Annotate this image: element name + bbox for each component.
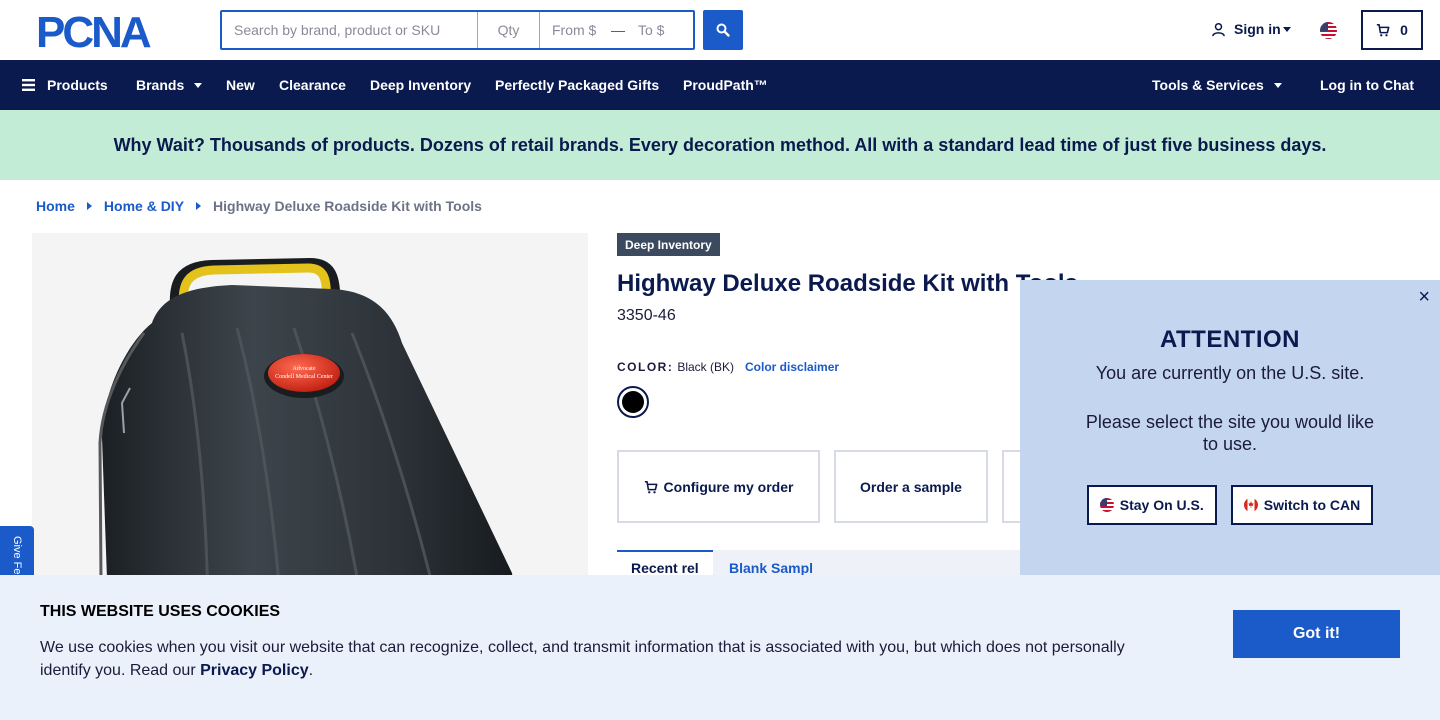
site-header: PCNA — Sign in [0, 0, 1440, 60]
color-label: COLOR: [617, 360, 674, 374]
chevron-down-icon [1282, 26, 1291, 32]
cookie-banner: THIS WEBSITE USES COOKIES We use cookies… [0, 575, 1440, 720]
switch-can-label: Switch to CAN [1263, 497, 1361, 513]
nav-brands[interactable]: Brands [136, 60, 203, 110]
sign-in-label: Sign in [1234, 21, 1281, 37]
attention-select-prompt: Please select the site you would like to… [1085, 412, 1375, 454]
breadcrumb-home[interactable]: Home [36, 198, 75, 214]
us-flag-icon [1099, 498, 1114, 512]
nav-gifts[interactable]: Perfectly Packaged Gifts [495, 60, 659, 110]
user-icon [1212, 22, 1225, 36]
chevron-down-icon [194, 82, 203, 88]
order-sample-button[interactable]: Order a sample [834, 450, 988, 523]
switch-can-button[interactable]: Switch to CAN [1230, 485, 1374, 525]
promo-banner: Why Wait? Thousands of products. Dozens … [0, 110, 1440, 180]
us-flag-icon[interactable] [1320, 22, 1337, 39]
breadcrumb-current: Highway Deluxe Roadside Kit with Tools [213, 198, 482, 214]
attention-current-site: You are currently on the U.S. site. [1095, 363, 1365, 383]
patch-logo-text: Condell Medical Center [275, 374, 333, 380]
attention-title: ATTENTION [1159, 326, 1301, 353]
nav-new-label: New [226, 77, 255, 93]
nav-deep-inventory[interactable]: Deep Inventory [370, 60, 471, 110]
nav-deep-inventory-label: Deep Inventory [370, 77, 472, 93]
breadcrumb-category[interactable]: Home & DIY [104, 198, 184, 214]
stay-us-button[interactable]: Stay On U.S. [1086, 485, 1217, 525]
nav-proudpath[interactable]: ProudPath™ [683, 60, 768, 110]
cookie-text-period: . [308, 662, 314, 679]
breadcrumb-separator-icon [86, 202, 92, 210]
nav-clearance-label: Clearance [279, 77, 346, 93]
site-buttons: Stay On U.S. Switch to CAN [1020, 485, 1440, 525]
search-icon [716, 23, 730, 37]
configure-order-label: Configure my order [663, 478, 794, 495]
hamburger-icon [22, 79, 35, 91]
order-sample-label: Order a sample [860, 478, 962, 495]
cart-icon [644, 480, 658, 493]
search-group: — [220, 10, 695, 50]
cookie-accept-label: Got it! [1292, 625, 1341, 642]
cookie-accept-button[interactable]: Got it! [1233, 610, 1400, 658]
nav-products-label: Products [47, 77, 108, 93]
badge-label: Deep Inventory [625, 237, 712, 252]
deep-inventory-badge: Deep Inventory [617, 233, 720, 256]
tab-blank-sample-label: Blank Sampl [729, 560, 814, 576]
cookie-title: THIS WEBSITE USES COOKIES [40, 603, 281, 620]
nav-gifts-label: Perfectly Packaged Gifts [495, 77, 660, 93]
color-disclaimer-link[interactable]: Color disclaimer [745, 360, 839, 374]
color-swatch-black[interactable] [617, 386, 649, 418]
tab-recent-label: Recent rel [631, 560, 699, 576]
configure-order-button[interactable]: Configure my order [617, 450, 820, 523]
qty-input[interactable] [478, 12, 540, 48]
breadcrumb: Home Home & DIY Highway Deluxe Roadside … [36, 198, 482, 214]
stay-us-label: Stay On U.S. [1119, 497, 1204, 513]
breadcrumb-separator-icon [196, 202, 202, 210]
product-title: Highway Deluxe Roadside Kit with Tools [617, 270, 1078, 297]
color-value: Black (BK) [677, 360, 735, 374]
nav-chat-login[interactable]: Log in to Chat [1320, 60, 1414, 110]
search-input[interactable] [222, 12, 478, 48]
cart-button[interactable]: 0 [1361, 10, 1423, 50]
price-from-input[interactable] [540, 12, 610, 48]
close-icon[interactable]: × [1418, 287, 1430, 307]
cookie-text-block: We use cookies when you visit our websit… [40, 636, 1160, 682]
pcna-logo[interactable]: PCNA [36, 11, 184, 51]
nav-proudpath-label: ProudPath™ [683, 77, 768, 93]
search-button[interactable] [703, 10, 743, 50]
logo-text: PCNA [36, 11, 151, 51]
patch-logo-text: Advocate [293, 366, 316, 372]
site-selection-dialog: × ATTENTION You are currently on the U.S… [1020, 280, 1440, 575]
sign-in-button[interactable]: Sign in [1211, 21, 1291, 37]
chevron-down-icon [1273, 82, 1282, 88]
nav-products[interactable]: Products [22, 60, 108, 110]
swatch-fill [622, 391, 644, 413]
nav-new[interactable]: New [226, 60, 255, 110]
cart-icon [1376, 23, 1390, 37]
color-row: COLOR: Black (BK) Color disclaimer [617, 360, 839, 374]
price-range-dash: — [611, 22, 625, 38]
privacy-policy-link[interactable]: Privacy Policy [200, 662, 309, 679]
product-sku: 3350-46 [617, 307, 676, 324]
nav-clearance[interactable]: Clearance [279, 60, 346, 110]
main-nav: Products Brands New Clearance Deep Inven… [0, 60, 1440, 110]
nav-tools-services[interactable]: Tools & Services [1152, 60, 1282, 110]
price-to-input[interactable] [626, 12, 692, 48]
canada-flag-icon [1243, 498, 1258, 512]
nav-chat-label: Log in to Chat [1320, 77, 1415, 93]
cart-count: 0 [1400, 22, 1408, 38]
nav-brands-label: Brands [136, 77, 185, 93]
promo-banner-text: Why Wait? Thousands of products. Dozens … [113, 134, 1327, 155]
nav-tools-label: Tools & Services [1152, 77, 1264, 93]
